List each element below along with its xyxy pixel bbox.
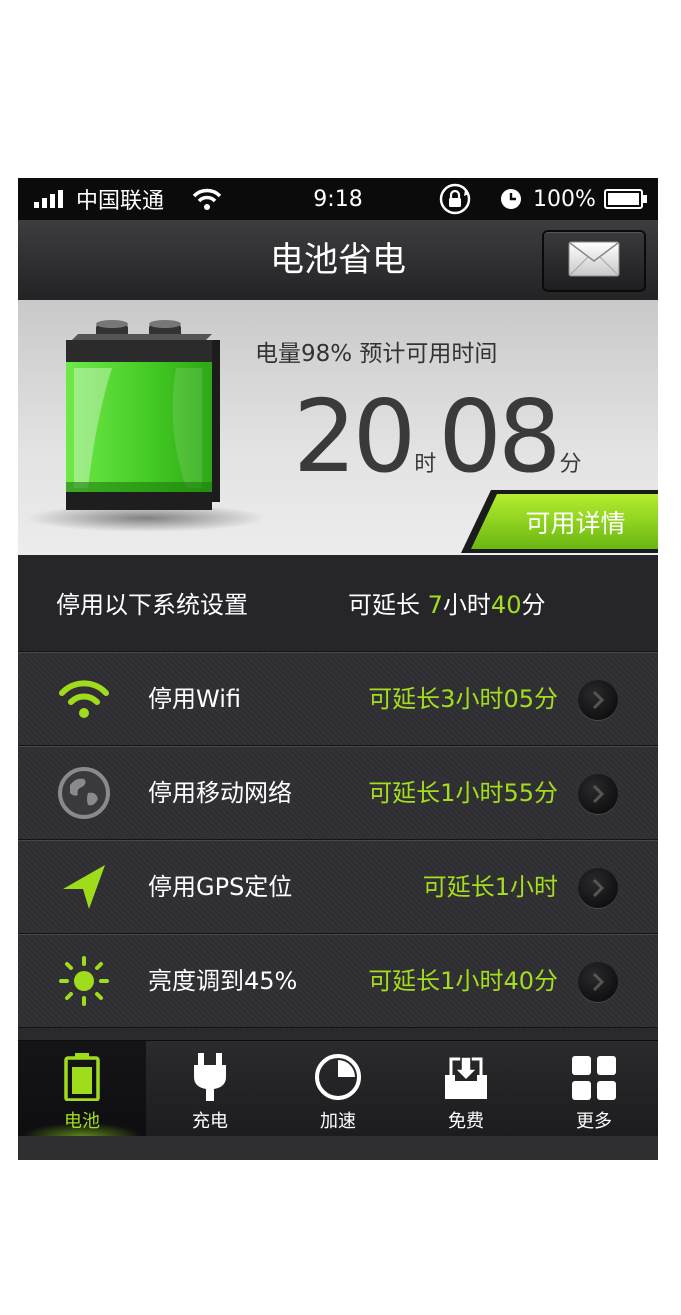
summary-hours: 7 xyxy=(427,591,443,619)
setting-label: 亮度调到45% xyxy=(148,967,298,995)
tab-charge[interactable]: 充电 xyxy=(146,1041,274,1137)
wifi-icon xyxy=(58,673,110,725)
detail-button[interactable]: 可用详情 xyxy=(461,490,658,553)
tab-more[interactable]: 更多 xyxy=(530,1041,658,1137)
setting-row-mobile-network[interactable]: 停用移动网络 可延长1小时55分 xyxy=(18,746,658,840)
nav-bar: 电池省电 xyxy=(18,220,658,301)
phone-screen: 中国联通 9:18 100% 电池省电 电量98% 预计可用时间 20 时 08… xyxy=(18,178,658,1160)
tab-free[interactable]: 免费 xyxy=(402,1041,530,1137)
battery-info: 电量98% 预计可用时间 xyxy=(255,341,498,367)
chevron-right-icon[interactable] xyxy=(578,774,618,814)
summary-minutes: 40 xyxy=(490,591,522,619)
remaining-hours: 20 xyxy=(293,378,416,495)
signal-icon xyxy=(34,178,63,220)
carrier-label: 中国联通 xyxy=(76,189,165,214)
rotation-lock-icon xyxy=(438,178,472,220)
summary-hours-unit: 小时 xyxy=(442,591,491,619)
setting-extend: 可延长3小时05分 xyxy=(368,685,558,713)
battery-illustration xyxy=(26,320,266,532)
battery-icon xyxy=(604,178,648,220)
brightness-icon xyxy=(58,955,110,1007)
setting-row-gps[interactable]: 停用GPS定位 可延长1小时 xyxy=(18,840,658,934)
minutes-unit: 分 xyxy=(559,452,582,477)
chevron-right-icon[interactable] xyxy=(578,868,618,908)
summary-prefix: 可延长 xyxy=(348,591,428,619)
setting-label: 停用Wifi xyxy=(148,685,241,713)
setting-row-brightness[interactable]: 亮度调到45% 可延长1小时40分 xyxy=(18,934,658,1028)
tab-bar: 电池 充电 加速 免费 更多 xyxy=(18,1040,658,1137)
mail-button[interactable] xyxy=(542,230,646,292)
tab-battery[interactable]: 电池 xyxy=(18,1041,146,1137)
tab-speedup[interactable]: 加速 xyxy=(274,1041,402,1137)
remaining-time: 20 时 08 分 xyxy=(293,378,584,495)
alarm-icon xyxy=(500,178,522,220)
summary-extend: 可延长 7小时40分 xyxy=(348,555,545,655)
status-bar: 中国联通 9:18 100% xyxy=(18,178,658,220)
summary-minutes-unit: 分 xyxy=(521,591,546,619)
summary-row: 停用以下系统设置 可延长 7小时40分 xyxy=(18,555,658,652)
tab-label: 更多 xyxy=(576,1111,612,1132)
setting-label: 停用GPS定位 xyxy=(148,873,293,901)
globe-icon xyxy=(58,767,110,819)
location-arrow-icon xyxy=(58,861,110,913)
plug-icon xyxy=(146,1041,274,1101)
setting-extend: 可延长1小时55分 xyxy=(368,779,558,807)
detail-button-label: 可用详情 xyxy=(525,509,626,538)
grid-icon xyxy=(530,1041,658,1101)
setting-extend: 可延长1小时40分 xyxy=(368,967,558,995)
chevron-right-icon[interactable] xyxy=(578,680,618,720)
envelope-icon xyxy=(568,241,620,281)
setting-extend: 可延长1小时 xyxy=(422,873,558,901)
tab-label: 电池 xyxy=(64,1111,100,1132)
setting-row-wifi[interactable]: 停用Wifi 可延长3小时05分 xyxy=(18,652,658,746)
tab-label: 加速 xyxy=(320,1111,356,1132)
battery-panel: 电量98% 预计可用时间 20 时 08 分 可用详情 xyxy=(18,300,658,555)
bottom-strip xyxy=(18,1136,658,1160)
speed-pie-icon xyxy=(274,1041,402,1101)
tab-label: 免费 xyxy=(448,1111,484,1132)
summary-label: 停用以下系统设置 xyxy=(56,591,248,619)
hours-unit: 时 xyxy=(414,452,437,477)
tab-label: 充电 xyxy=(192,1111,228,1132)
battery-icon xyxy=(18,1041,146,1101)
battery-percent: 100% xyxy=(533,186,596,212)
wifi-icon xyxy=(192,178,222,220)
settings-list: 停用以下系统设置 可延长 7小时40分 停用Wifi 可延长3小时05分 停用移… xyxy=(18,555,658,1028)
remaining-minutes: 08 xyxy=(438,378,561,495)
setting-label: 停用移动网络 xyxy=(148,779,292,807)
chevron-right-icon[interactable] xyxy=(578,962,618,1002)
download-tray-icon xyxy=(402,1041,530,1101)
